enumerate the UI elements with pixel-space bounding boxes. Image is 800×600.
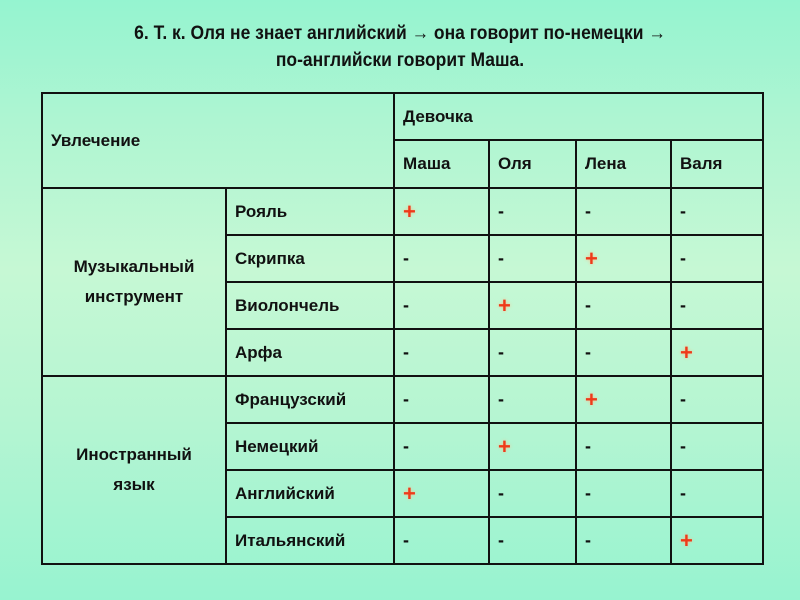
plus-mark: + — [403, 198, 416, 224]
item-label: Арфа — [225, 328, 395, 377]
category-label: Музыкальный инструмент — [41, 187, 227, 377]
table-row: Иностранный язык Французский - - + - — [41, 375, 764, 565]
girl-header: Оля — [488, 139, 577, 189]
minus-mark: - — [403, 530, 409, 550]
mark-cell: + — [575, 375, 672, 424]
mark-cell: - — [670, 234, 764, 283]
mark-cell: + — [670, 328, 764, 377]
minus-mark: - — [403, 389, 409, 409]
mark-cell: - — [670, 422, 764, 471]
minus-mark: - — [403, 342, 409, 362]
mark-cell: - — [670, 281, 764, 330]
girl-header: Валя — [670, 139, 764, 189]
mark-cell: - — [393, 516, 490, 565]
girls-header: Девочка — [393, 92, 764, 141]
slide-title: 6. Т. к. Оля не знает английский → она г… — [32, 20, 768, 74]
item-label: Итальянский — [225, 516, 395, 565]
mark-cell: - — [393, 375, 490, 424]
mark-cell: + — [575, 234, 672, 283]
mark-cell: - — [575, 328, 672, 377]
mark-cell: - — [488, 328, 577, 377]
minus-mark: - — [680, 483, 686, 503]
minus-mark: - — [498, 530, 504, 550]
plus-mark: + — [585, 386, 598, 412]
title-line-2: по-английски говорит Маша. — [275, 50, 525, 71]
mark-cell: - — [575, 422, 672, 471]
table-row: Музыкальный инструмент Рояль + - - - — [41, 187, 764, 377]
minus-mark: - — [680, 295, 686, 315]
minus-mark: - — [498, 248, 504, 268]
item-label: Скрипка — [225, 234, 395, 283]
logic-grid-table: Увлечение Девочка Маша Оля Лена Валя Муз… — [41, 92, 764, 565]
mark-cell: + — [670, 516, 764, 565]
mark-cell: - — [575, 516, 672, 565]
mark-cell: + — [393, 187, 490, 236]
mark-cell: - — [488, 516, 577, 565]
minus-mark: - — [680, 201, 686, 221]
minus-mark: - — [403, 436, 409, 456]
item-label: Немецкий — [225, 422, 395, 471]
mark-cell: + — [488, 281, 577, 330]
mark-cell: - — [575, 187, 672, 236]
mark-cell: - — [488, 375, 577, 424]
mark-cell: - — [575, 469, 672, 518]
girl-header: Лена — [575, 139, 672, 189]
plus-mark: + — [680, 527, 693, 553]
mark-cell: - — [393, 422, 490, 471]
minus-mark: - — [403, 295, 409, 315]
mark-cell: - — [393, 281, 490, 330]
item-label: Рояль — [225, 187, 395, 236]
minus-mark: - — [585, 483, 591, 503]
minus-mark: - — [680, 436, 686, 456]
mark-cell: + — [393, 469, 490, 518]
plus-mark: + — [403, 480, 416, 506]
minus-mark: - — [680, 389, 686, 409]
plus-mark: + — [585, 245, 598, 271]
item-label: Французский — [225, 375, 395, 424]
category-label-line-1: Музыкальный — [73, 257, 195, 276]
minus-mark: - — [585, 530, 591, 550]
mark-cell: - — [488, 234, 577, 283]
mark-cell: - — [393, 328, 490, 377]
minus-mark: - — [498, 201, 504, 221]
category-label-line-2: инструмент — [84, 287, 184, 306]
minus-mark: - — [498, 389, 504, 409]
girl-header: Маша — [393, 139, 490, 189]
category-label: Иностранный язык — [41, 375, 227, 565]
mark-cell: - — [488, 187, 577, 236]
minus-mark: - — [498, 483, 504, 503]
minus-mark: - — [585, 201, 591, 221]
mark-cell: - — [670, 469, 764, 518]
plus-mark: + — [498, 433, 511, 459]
plus-mark: + — [680, 339, 693, 365]
minus-mark: - — [680, 248, 686, 268]
minus-mark: - — [585, 342, 591, 362]
item-label: Английский — [225, 469, 395, 518]
minus-mark: - — [498, 342, 504, 362]
item-label: Виолончель — [225, 281, 395, 330]
mark-cell: + — [488, 422, 577, 471]
hobby-header: Увлечение — [41, 92, 395, 189]
mark-cell: - — [393, 234, 490, 283]
category-label-line-2: язык — [113, 475, 155, 494]
title-line-1: 6. Т. к. Оля не знает английский → она г… — [134, 23, 666, 44]
plus-mark: + — [498, 292, 511, 318]
minus-mark: - — [585, 436, 591, 456]
category-label-line-1: Иностранный — [76, 445, 192, 464]
minus-mark: - — [585, 295, 591, 315]
mark-cell: - — [670, 187, 764, 236]
mark-cell: - — [670, 375, 764, 424]
mark-cell: - — [575, 281, 672, 330]
minus-mark: - — [403, 248, 409, 268]
mark-cell: - — [488, 469, 577, 518]
